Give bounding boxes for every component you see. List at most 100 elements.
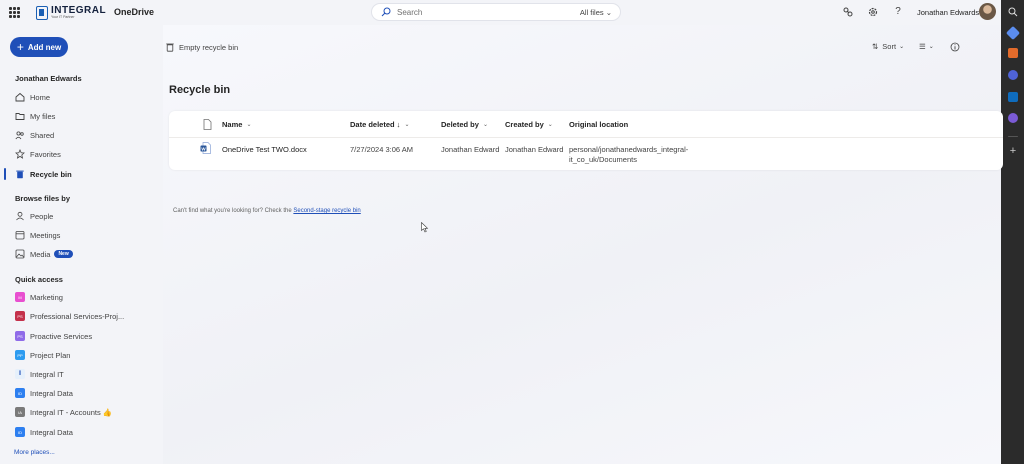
teams-icon[interactable]	[1008, 113, 1018, 123]
site-icon: ID	[15, 388, 25, 398]
add-new-button[interactable]: + Add new	[10, 37, 68, 57]
star-icon	[15, 149, 25, 159]
browse-title: Browse files by	[15, 194, 71, 203]
logo-tagline: Your IT Partner	[51, 15, 75, 20]
sort-label: Sort	[882, 42, 897, 51]
file-name-link[interactable]: OneDrive Test TWO.docx	[222, 145, 307, 154]
site-icon: PS	[15, 331, 25, 341]
quick-access-label: Proactive Services	[30, 331, 93, 341]
column-header-created-by[interactable]: Created by ⌄	[505, 120, 553, 129]
avatar[interactable]	[979, 3, 996, 20]
quick-access-label: Integral IT	[30, 369, 64, 379]
column-location-label: Original location	[569, 120, 629, 129]
quick-access-label: Professional Services-Proj...	[30, 311, 125, 321]
rail-divider	[1008, 136, 1018, 137]
chevron-down-icon: ⌄	[928, 44, 934, 50]
empty-recycle-bin-label: Empty recycle bin	[179, 42, 239, 52]
sort-button[interactable]: ⇅ Sort ⌄	[872, 42, 904, 51]
word-file-icon[interactable]: W	[200, 142, 211, 154]
column-header-date-deleted[interactable]: Date deleted ↓ ⌄	[350, 120, 409, 129]
plus-icon: +	[16, 40, 24, 54]
briefcase-icon[interactable]	[1008, 48, 1018, 58]
trash-icon	[166, 43, 174, 52]
empty-recycle-bin-button[interactable]: Empty recycle bin	[165, 42, 238, 52]
site-icon: IA	[15, 407, 25, 417]
person-icon	[16, 211, 24, 221]
app-name[interactable]: OneDrive	[114, 7, 154, 17]
trash-icon	[16, 170, 24, 179]
search-scope-label: All files	[579, 8, 604, 17]
column-header-name[interactable]: Name ⌄	[222, 120, 251, 129]
nav-recycle-bin[interactable]: Recycle bin	[15, 167, 72, 181]
add-app-icon[interactable]: +	[1008, 146, 1018, 157]
second-stage-hint: Can't find what you're looking for? Chec…	[173, 208, 361, 214]
nav-shared-label: Shared	[30, 130, 55, 140]
quick-access-item[interactable]: PS Proactive Services	[15, 329, 92, 343]
nav-home[interactable]: Home	[15, 90, 50, 104]
settings-gear-icon[interactable]	[867, 6, 879, 18]
nav-meetings[interactable]: Meetings	[15, 228, 60, 242]
nav-media[interactable]: Media New	[15, 247, 73, 261]
user-name[interactable]: Jonathan Edwards	[917, 8, 979, 17]
chevron-down-icon: ⌄	[547, 122, 553, 128]
nav-meetings-label: Meetings	[30, 230, 61, 240]
quick-access-item[interactable]: ⫴ Integral IT	[15, 367, 64, 381]
chevron-down-icon: ⌄	[404, 122, 410, 128]
list-view-icon: ☰	[919, 42, 926, 51]
account-title: Jonathan Edwards	[15, 74, 82, 83]
outlook-icon[interactable]	[1008, 92, 1018, 102]
nav-shared[interactable]: Shared	[15, 128, 54, 142]
company-logo[interactable]: INTEGRAL Your IT Partner	[36, 5, 106, 21]
active-indicator	[4, 168, 6, 180]
info-icon	[950, 42, 960, 52]
nav-recycle-bin-label: Recycle bin	[30, 169, 72, 179]
copilot-icon[interactable]	[1008, 70, 1018, 80]
created-by-cell: Jonathan Edwards	[505, 145, 563, 154]
folder-icon	[15, 113, 25, 120]
quick-access-item[interactable]: PS Professional Services-Proj...	[15, 309, 124, 323]
search-box[interactable]: Search All files ⌄	[371, 3, 621, 21]
file-type-icon	[203, 119, 212, 130]
details-pane-button[interactable]	[950, 42, 960, 52]
column-header-original-location[interactable]: Original location	[569, 120, 628, 129]
column-deleted-by-label: Deleted by	[441, 120, 479, 129]
chevron-down-icon: ⌄	[899, 44, 905, 50]
nav-my-files-label: My files	[30, 111, 56, 121]
second-stage-recycle-bin-link[interactable]: Second-stage recycle bin	[293, 208, 360, 214]
app-launcher-icon[interactable]	[9, 7, 20, 18]
deleted-by-cell: Jonathan Edwards	[441, 145, 499, 154]
quick-access-label: Integral Data	[30, 388, 73, 398]
quick-access-item[interactable]: M Marketing	[15, 290, 63, 304]
search-icon[interactable]	[1008, 7, 1018, 17]
people-icon	[15, 131, 24, 140]
top-bar: INTEGRAL Your IT Partner OneDrive Search…	[0, 0, 1001, 25]
quick-access-item[interactable]: PP Project Plan	[15, 348, 70, 362]
chevron-down-icon: ⌄	[246, 122, 252, 128]
quick-access-item[interactable]: ID Integral Data	[15, 386, 73, 400]
date-deleted-cell: 7/27/2024 3:06 AM	[350, 145, 413, 154]
site-icon: PP	[15, 350, 25, 360]
more-places-link[interactable]: More places...	[14, 445, 55, 459]
quick-access-label: Integral Data	[30, 427, 73, 437]
mouse-cursor-icon	[421, 222, 429, 233]
view-options-button[interactable]: ☰ ⌄	[919, 42, 934, 51]
new-badge: New	[54, 250, 73, 258]
main-content	[163, 25, 1001, 464]
column-date-label: Date deleted ↓	[350, 120, 401, 129]
tag-icon[interactable]	[1005, 25, 1021, 41]
search-scope-dropdown[interactable]: All files ⌄	[580, 8, 612, 17]
column-header-deleted-by[interactable]: Deleted by ⌄	[441, 120, 488, 129]
page-title: Recycle bin	[169, 84, 231, 96]
search-input[interactable]: Search	[397, 8, 422, 17]
nav-people-label: People	[30, 211, 54, 221]
share-icon[interactable]	[842, 6, 854, 18]
quick-access-item[interactable]: ID Integral Data	[15, 425, 73, 439]
calendar-icon	[15, 231, 25, 240]
nav-favorites[interactable]: Favorites	[15, 147, 61, 161]
right-app-rail: +	[1001, 0, 1024, 464]
quick-access-label: Marketing	[30, 292, 63, 302]
nav-people[interactable]: People	[15, 209, 53, 223]
quick-access-item[interactable]: IA Integral IT - Accounts 👍	[15, 405, 112, 419]
nav-my-files[interactable]: My files	[15, 109, 55, 123]
help-icon[interactable]: ?	[892, 6, 904, 18]
